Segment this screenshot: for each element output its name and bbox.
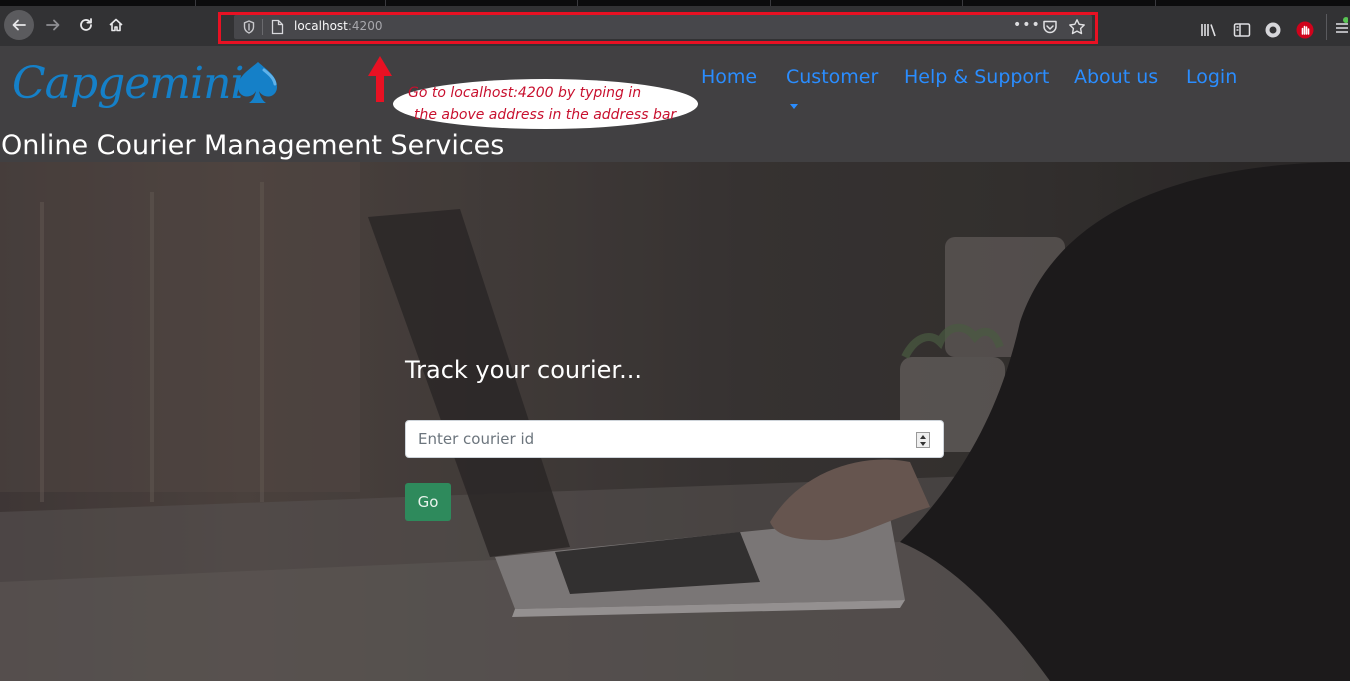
courier-id-field[interactable] — [405, 420, 944, 458]
spin-up-icon[interactable] — [920, 435, 926, 439]
annotation-up-arrow-icon — [368, 56, 392, 102]
home-icon — [109, 18, 123, 32]
annotation-text: Go to localhost:4200 by typing in the ab… — [408, 82, 708, 126]
nav-help-support-link[interactable]: Help & Support — [904, 66, 1049, 88]
nav-customer-dropdown[interactable]: Customer — [786, 66, 878, 88]
nav-about-us-link[interactable]: About us — [1074, 66, 1158, 88]
site-title: Online Courier Management Services — [1, 130, 505, 161]
spade-logo-icon — [238, 62, 277, 103]
arrow-right-icon — [46, 19, 60, 31]
home-button[interactable] — [101, 10, 131, 40]
annotation-line-2: the above address in the address bar — [414, 107, 677, 123]
annotation-line-1: Go to localhost:4200 by typing in — [408, 85, 642, 101]
number-spinner[interactable] — [916, 432, 930, 448]
sidebar-icon[interactable] — [1233, 22, 1251, 38]
web-page: Capgemini Home Customer Help & Support A… — [0, 46, 1350, 681]
hero-section: Track your courier... Go — [0, 162, 1350, 681]
nav-login-link[interactable]: Login — [1186, 66, 1237, 88]
site-header: Capgemini Home Customer Help & Support A… — [0, 46, 1350, 162]
menu-icon[interactable] — [1326, 14, 1348, 40]
back-button[interactable] — [4, 10, 34, 40]
nav-home-link[interactable]: Home — [701, 66, 757, 88]
address-bar-highlight — [218, 12, 1098, 44]
forward-button[interactable] — [38, 10, 68, 40]
library-icon[interactable] — [1200, 22, 1218, 38]
extension-ring-icon[interactable] — [1264, 21, 1282, 39]
reload-button[interactable] — [71, 10, 101, 40]
logo-wordmark: Capgemini — [12, 58, 244, 109]
ublock-icon[interactable] — [1296, 21, 1314, 39]
go-button[interactable]: Go — [405, 483, 451, 521]
capgemini-logo[interactable]: Capgemini — [12, 52, 287, 122]
track-courier-heading: Track your courier... — [405, 356, 642, 384]
arrow-left-icon — [12, 19, 26, 31]
caret-down-icon[interactable] — [790, 104, 798, 109]
courier-id-input[interactable] — [406, 421, 906, 457]
reload-icon — [80, 18, 92, 31]
spin-down-icon[interactable] — [920, 442, 926, 446]
